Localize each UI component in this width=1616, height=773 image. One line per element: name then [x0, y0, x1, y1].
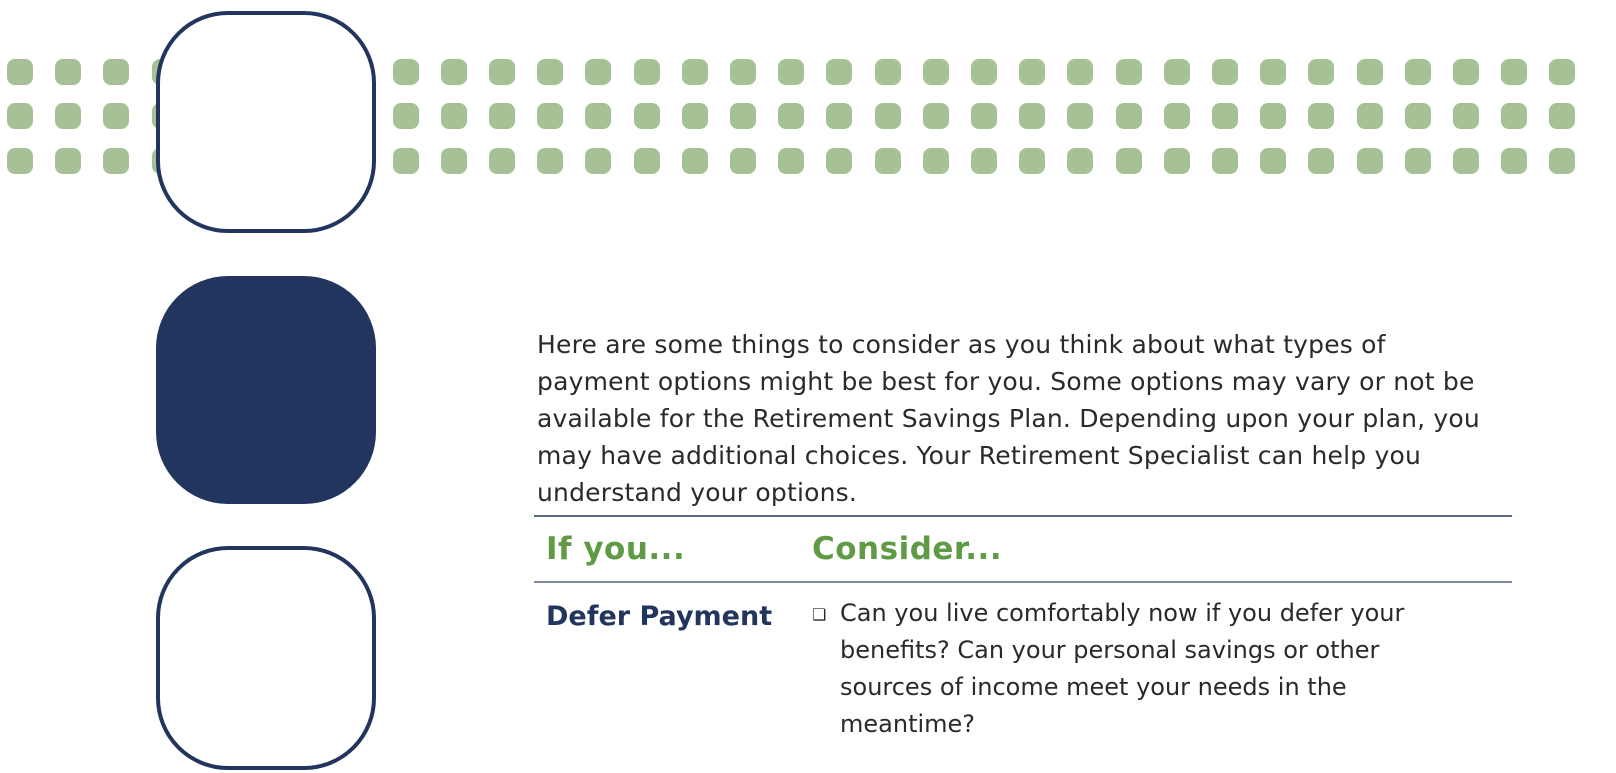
dot [55, 103, 82, 129]
dot [922, 148, 949, 174]
dot [585, 103, 612, 129]
dot [778, 148, 805, 174]
dot [1019, 103, 1046, 129]
dot [633, 59, 660, 85]
dot [1115, 59, 1142, 85]
dot [971, 148, 997, 174]
dot [1501, 59, 1528, 85]
dot [1308, 148, 1335, 174]
dot [874, 103, 901, 129]
dot [1019, 59, 1046, 85]
dot [730, 148, 756, 174]
dot [1453, 59, 1479, 85]
row-label: Defer Payment [546, 600, 773, 632]
dot [826, 59, 853, 85]
payment-options-table: If you... Consider... Defer Payment ❏ Ca… [534, 515, 1512, 743]
dot [1163, 59, 1190, 85]
filled-rounded-square-navy [156, 276, 376, 504]
dot [1260, 148, 1287, 174]
dot [1115, 103, 1142, 129]
dot [1549, 103, 1576, 129]
dot [1404, 148, 1431, 174]
consideration-text: Can you live comfortably now if you defe… [840, 598, 1405, 738]
dot [1212, 59, 1238, 85]
dot [826, 148, 853, 174]
dot [55, 148, 82, 174]
dot [392, 59, 419, 85]
dot [826, 103, 853, 129]
dot [1356, 148, 1383, 174]
dot [730, 103, 756, 129]
dot [1260, 103, 1287, 129]
dot [537, 103, 564, 129]
dot [7, 59, 33, 85]
dot [922, 103, 949, 129]
dot [1115, 148, 1142, 174]
dot [1260, 59, 1287, 85]
intro-paragraph: Here are some things to consider as you … [537, 330, 1480, 507]
dot [489, 59, 515, 85]
dot [440, 59, 467, 85]
dot [1404, 59, 1431, 85]
dot [633, 103, 660, 129]
dot [392, 148, 419, 174]
dot [1549, 59, 1576, 85]
dot [1019, 148, 1046, 174]
dot [585, 59, 612, 85]
dot [1356, 59, 1383, 85]
dot [7, 148, 33, 174]
header-consider: Consider... [812, 531, 1003, 567]
dot [922, 59, 949, 85]
dot [971, 59, 997, 85]
header-if-you: If you... [546, 531, 686, 567]
dot [778, 59, 805, 85]
dot [1163, 103, 1190, 129]
dot [1308, 59, 1335, 85]
dot [392, 103, 419, 129]
dot [681, 103, 708, 129]
outlined-rounded-square-bottom [156, 546, 376, 770]
dot [1163, 148, 1190, 174]
dot [1308, 103, 1335, 129]
dot [103, 59, 130, 85]
dot [1453, 148, 1479, 174]
dot [1404, 103, 1431, 129]
dot [1212, 103, 1238, 129]
dot [1501, 148, 1528, 174]
dot [537, 148, 564, 174]
dot [1067, 103, 1094, 129]
dot [971, 103, 997, 129]
dot [1356, 103, 1383, 129]
dot [55, 59, 82, 85]
dot [7, 103, 33, 129]
dot [730, 59, 756, 85]
dot [1067, 59, 1094, 85]
dot [633, 148, 660, 174]
dot [1501, 103, 1528, 129]
dot [681, 148, 708, 174]
dot [874, 59, 901, 85]
dot [103, 148, 130, 174]
dot [1212, 148, 1238, 174]
dot [1549, 148, 1576, 174]
dot [681, 59, 708, 85]
dot [537, 59, 564, 85]
table-row: Defer Payment ❏ Can you live comfortably… [534, 583, 1512, 743]
outlined-rounded-square-top [156, 11, 376, 233]
dot [489, 148, 515, 174]
dot [440, 148, 467, 174]
dot [440, 103, 467, 129]
dot [778, 103, 805, 129]
row-consideration: ❏ Can you live comfortably now if you de… [812, 595, 1512, 743]
table-header: If you... Consider... [534, 517, 1512, 581]
dot [585, 148, 612, 174]
dot [103, 103, 130, 129]
dot [874, 148, 901, 174]
dot [1067, 148, 1094, 174]
dot [1453, 103, 1479, 129]
checkbox-icon: ❏ [812, 604, 827, 624]
dot [489, 103, 515, 129]
